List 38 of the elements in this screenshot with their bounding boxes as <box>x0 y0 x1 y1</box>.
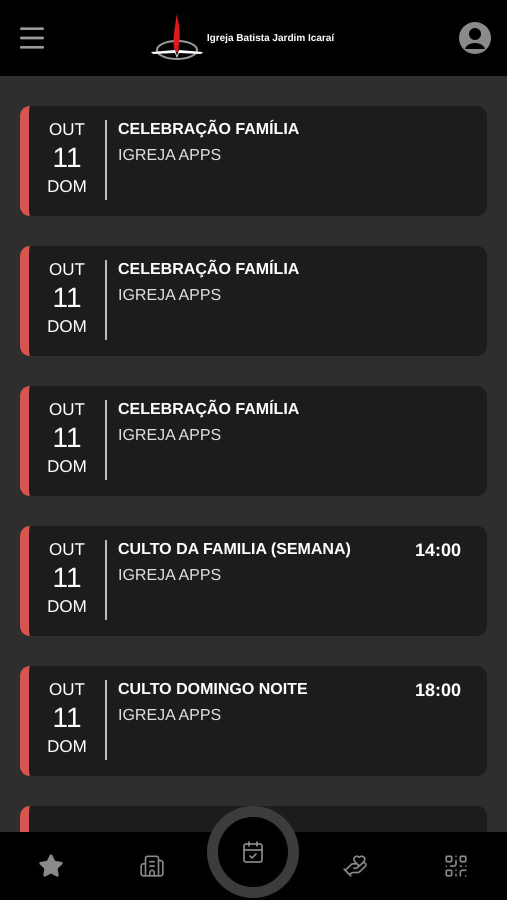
event-card[interactable]: OUT 11 DOM CELEBRAÇÃO FAMÍLIA IGREJA APPS <box>20 106 487 216</box>
event-day: 11 <box>52 700 82 736</box>
event-time: 18:00 <box>414 680 461 700</box>
event-subtitle: IGREJA APPS <box>118 566 222 586</box>
event-card[interactable]: OUT 11 DOM CULTO DOMINGO NOITE 18:00 IGREJA APPS <box>20 666 487 776</box>
event-month: OUT <box>49 260 85 280</box>
event-day: 11 <box>52 140 82 176</box>
church-name: Igreja Batista Jardim Icaraí <box>206 32 334 46</box>
event-day: 11 <box>52 280 82 316</box>
event-month: OUT <box>49 120 85 140</box>
event-month: OUT <box>49 400 85 420</box>
event-month: OUT <box>49 680 85 700</box>
event-weekday: DOM <box>47 176 87 198</box>
event-weekday: DOM <box>47 596 87 618</box>
event-weekday: DOM <box>47 456 87 478</box>
event-card[interactable]: OUT 11 DOM CULTO DA FAMILIA (SEMANA) 14:00 IGREJA APPS <box>20 526 487 636</box>
event-subtitle: IGREJA APPS <box>118 426 222 446</box>
profile-icon[interactable] <box>458 22 491 54</box>
event-month: OUT <box>49 540 85 560</box>
event-title: CELEBRAÇÃO FAMÍLIA <box>118 400 300 420</box>
event-subtitle: IGREJA APPS <box>118 146 222 166</box>
event-title: CELEBRAÇÃO FAMÍLIA <box>118 260 300 280</box>
event-subtitle: IGREJA APPS <box>118 286 222 306</box>
event-title: CULTO DOMINGO NOITE <box>118 680 308 700</box>
event-weekday: DOM <box>47 736 87 758</box>
building-icon[interactable] <box>139 853 166 879</box>
event-title: CULTO DA FAMILIA (SEMANA) <box>118 540 351 560</box>
event-title: CELEBRAÇÃO FAMÍLIA <box>118 120 300 140</box>
event-weekday: DOM <box>47 316 87 338</box>
star-icon[interactable] <box>38 853 64 879</box>
hand-heart-icon[interactable] <box>342 853 368 879</box>
event-time: 14:00 <box>414 540 461 560</box>
event-day: 11 <box>52 420 82 456</box>
qr-code-icon[interactable] <box>443 853 470 879</box>
event-subtitle: IGREJA APPS <box>118 706 222 726</box>
event-card[interactable]: OUT 11 DOM CELEBRAÇÃO FAMÍLIA IGREJA APPS <box>20 246 487 356</box>
event-card[interactable]: OUT 11 DOM CELEBRAÇÃO FAMÍLIA IGREJA APPS <box>20 386 487 496</box>
event-day: 11 <box>52 560 82 596</box>
